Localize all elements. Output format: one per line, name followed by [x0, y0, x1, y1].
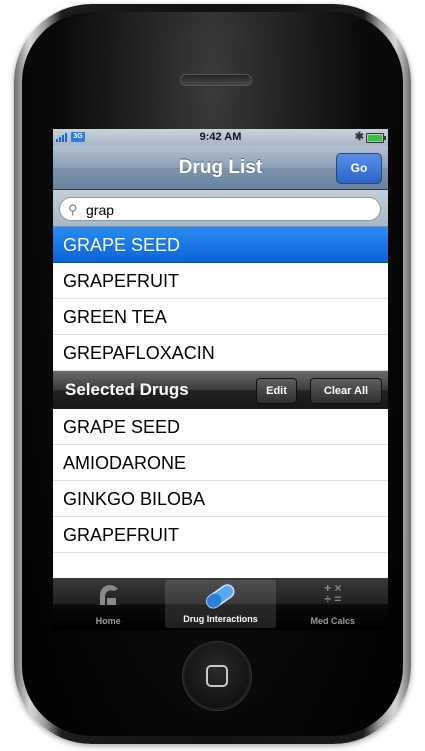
status-bar: 3G 9:42 AM ✱	[53, 129, 388, 146]
tab-bar: Home Drug Interactions + × ÷ = Med Calcs	[53, 578, 388, 630]
selected-drugs-header: Selected Drugs Edit Clear All	[53, 371, 388, 409]
go-button[interactable]: Go	[336, 153, 382, 184]
result-row-grepafloxacin[interactable]: GREPAFLOXACIN	[53, 335, 388, 371]
search-bar: ⚲	[53, 190, 388, 227]
pill-capsule-icon	[206, 584, 235, 609]
tab-med-calcs[interactable]: + × ÷ = Med Calcs	[278, 578, 388, 630]
result-row-grapefruit[interactable]: GRAPEFRUIT	[53, 263, 388, 299]
search-input[interactable]	[84, 201, 358, 219]
edit-button[interactable]: Edit	[256, 378, 297, 404]
tab-home[interactable]: Home	[53, 578, 163, 630]
selected-drugs-label: Selected Drugs	[65, 380, 189, 399]
home-icon	[100, 585, 119, 605]
battery-icon	[366, 133, 386, 143]
status-time: 9:42 AM	[199, 131, 242, 143]
tab-label-med-calcs: Med Calcs	[310, 616, 356, 626]
selected-drug-row[interactable]: GRAPE SEED	[53, 409, 388, 445]
selected-drug-row[interactable]: AMIODARONE	[53, 445, 388, 481]
selected-drug-row[interactable]: GINKGO BILOBA	[53, 481, 388, 517]
earpiece-speaker	[180, 74, 252, 86]
selected-drugs-list: GRAPE SEED AMIODARONE GINKGO BILOBA GRAP…	[53, 409, 388, 553]
tab-label-home: Home	[95, 616, 121, 626]
clear-all-button[interactable]: Clear All	[310, 378, 382, 404]
tab-label-drug-interactions: Drug Interactions	[183, 614, 258, 624]
results-list: GRAPE SEED GRAPEFRUIT GREEN TEA GREPAFLO…	[53, 227, 388, 371]
selected-drug-row[interactable]: GRAPEFRUIT	[53, 517, 388, 553]
home-button-square-icon	[206, 665, 228, 687]
app-screen: 3G 9:42 AM ✱ Drug List Go ⚲ GRAPE SEED G…	[53, 129, 388, 630]
home-button[interactable]	[183, 642, 251, 710]
calculator-icon: + × ÷ =	[324, 581, 342, 606]
search-field[interactable]: ⚲	[59, 197, 381, 221]
result-row-green-tea[interactable]: GREEN TEA	[53, 299, 388, 335]
navigation-bar: Drug List Go	[53, 146, 388, 190]
search-icon: ⚲	[68, 202, 78, 217]
tab-drug-interactions[interactable]: Drug Interactions	[165, 580, 276, 628]
result-row-grape-seed[interactable]: GRAPE SEED	[53, 227, 388, 263]
bluetooth-icon: ✱	[354, 131, 364, 143]
